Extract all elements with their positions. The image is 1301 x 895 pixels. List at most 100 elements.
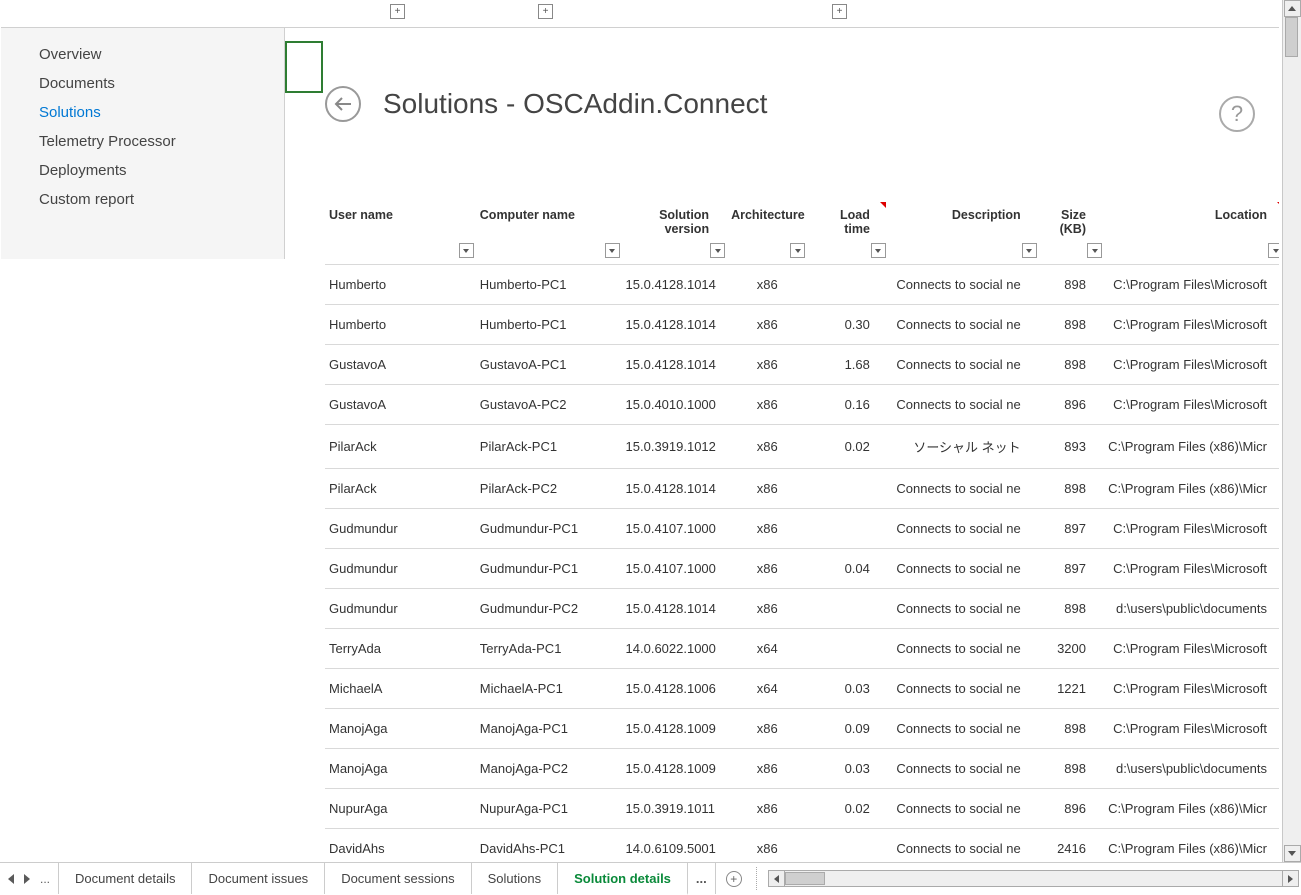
table-cell: C:\Program Files (x86)\Micr <box>1104 425 1279 469</box>
table-cell: 15.0.3919.1012 <box>622 425 728 469</box>
table-cell: d:\users\public\documents <box>1104 589 1279 629</box>
column-filter-button[interactable] <box>871 243 886 258</box>
table-cell: 14.0.6022.1000 <box>622 629 728 669</box>
table-cell <box>807 469 887 509</box>
table-row[interactable]: MichaelAMichaelA-PC115.0.4128.1006x640.0… <box>325 669 1279 709</box>
tab-scroll-right-icon[interactable] <box>24 874 30 884</box>
table-cell: Connects to social ne <box>888 589 1039 629</box>
table-cell: 15.0.4107.1000 <box>622 549 728 589</box>
table-row[interactable]: GustavoAGustavoA-PC215.0.4010.1000x860.1… <box>325 385 1279 425</box>
column-header: Computer name <box>476 198 622 265</box>
table-cell: PilarAck-PC1 <box>476 425 622 469</box>
table-cell: Connects to social ne <box>888 345 1039 385</box>
sidebar-item-documents[interactable]: Documents <box>1 69 284 98</box>
column-header: Size (KB) <box>1039 198 1104 265</box>
outline-expand-button[interactable]: + <box>832 4 847 19</box>
sidebar-item-deployments[interactable]: Deployments <box>1 156 284 185</box>
table-cell: 898 <box>1039 265 1104 305</box>
table-cell: x86 <box>727 385 807 425</box>
table-row[interactable]: GudmundurGudmundur-PC115.0.4107.1000x860… <box>325 549 1279 589</box>
column-filter-button[interactable] <box>790 243 805 258</box>
table-cell: PilarAck-PC2 <box>476 469 622 509</box>
sidebar-item-telemetry-processor[interactable]: Telemetry Processor <box>1 127 284 156</box>
table-cell: C:\Program Files\Microsoft <box>1104 345 1279 385</box>
column-header: Location <box>1104 198 1279 265</box>
table-row[interactable]: PilarAckPilarAck-PC115.0.3919.1012x860.0… <box>325 425 1279 469</box>
column-filter-button[interactable] <box>1268 243 1279 258</box>
column-header: Load time <box>807 198 887 265</box>
scroll-left-button[interactable] <box>768 870 785 887</box>
table-cell: GustavoA <box>325 345 476 385</box>
outline-expand-button[interactable]: + <box>538 4 553 19</box>
sidebar-item-custom-report[interactable]: Custom report <box>1 185 284 214</box>
table-cell: x86 <box>727 265 807 305</box>
tab-document-issues[interactable]: Document issues <box>192 863 325 894</box>
column-header: Architecture <box>727 198 807 265</box>
table-row[interactable]: GudmundurGudmundur-PC215.0.4128.1014x86C… <box>325 589 1279 629</box>
tab-scroll-left-icon[interactable] <box>8 874 14 884</box>
column-label: User name <box>329 208 393 222</box>
sidebar-nav: Overview Documents Solutions Telemetry P… <box>1 27 285 259</box>
table-cell: x86 <box>727 305 807 345</box>
column-filter-button[interactable] <box>1087 243 1102 258</box>
horizontal-scrollbar[interactable] <box>766 863 1301 894</box>
help-button[interactable]: ? <box>1219 96 1255 132</box>
column-filter-button[interactable] <box>710 243 725 258</box>
table-cell: Connects to social ne <box>888 305 1039 345</box>
column-header: Description <box>888 198 1039 265</box>
column-label: Description <box>952 208 1021 222</box>
add-sheet-button[interactable]: + <box>716 863 752 894</box>
tab-document-details[interactable]: Document details <box>58 863 192 894</box>
tab-solution-details[interactable]: Solution details <box>558 863 688 895</box>
table-cell: 0.02 <box>807 789 887 829</box>
table-row[interactable]: GustavoAGustavoA-PC115.0.4128.1014x861.6… <box>325 345 1279 385</box>
table-row[interactable]: HumbertoHumberto-PC115.0.4128.1014x86Con… <box>325 265 1279 305</box>
tabs-overflow-button[interactable]: ... <box>688 863 716 894</box>
vscroll-thumb[interactable] <box>1285 17 1298 57</box>
table-cell: 898 <box>1039 589 1104 629</box>
table-row[interactable]: HumbertoHumberto-PC115.0.4128.1014x860.3… <box>325 305 1279 345</box>
back-button[interactable] <box>325 86 361 122</box>
hscroll-thumb[interactable] <box>785 872 825 885</box>
table-cell: Gudmundur <box>325 549 476 589</box>
table-row[interactable]: NupurAgaNupurAga-PC115.0.3919.1011x860.0… <box>325 789 1279 829</box>
table-row[interactable]: DavidAhsDavidAhs-PC114.0.6109.5001x86Con… <box>325 829 1279 863</box>
outline-expand-button[interactable]: + <box>390 4 405 19</box>
tab-document-sessions[interactable]: Document sessions <box>325 863 471 894</box>
table-row[interactable]: PilarAckPilarAck-PC215.0.4128.1014x86Con… <box>325 469 1279 509</box>
tab-nav-more[interactable]: ... <box>40 872 50 886</box>
table-cell <box>807 509 887 549</box>
table-row[interactable]: GudmundurGudmundur-PC115.0.4107.1000x86C… <box>325 509 1279 549</box>
column-label: Load time <box>840 208 870 236</box>
table-cell: 1221 <box>1039 669 1104 709</box>
table-cell: MichaelA-PC1 <box>476 669 622 709</box>
column-label: Location <box>1215 208 1267 222</box>
column-filter-button[interactable] <box>1022 243 1037 258</box>
table-cell: Connects to social ne <box>888 509 1039 549</box>
table-cell: Connects to social ne <box>888 709 1039 749</box>
table-cell: 2416 <box>1039 829 1104 863</box>
table-cell: MichaelA <box>325 669 476 709</box>
hscroll-track[interactable] <box>785 870 1282 887</box>
table-cell: x86 <box>727 789 807 829</box>
data-table-container: User nameComputer nameSolution versionAr… <box>325 198 1279 862</box>
scroll-right-button[interactable] <box>1282 870 1299 887</box>
vscroll-track[interactable] <box>1284 17 1301 845</box>
table-cell: ManojAga-PC2 <box>476 749 622 789</box>
scroll-down-button[interactable] <box>1284 845 1301 862</box>
vertical-scrollbar[interactable] <box>1282 0 1301 862</box>
tab-solutions[interactable]: Solutions <box>472 863 558 894</box>
scroll-up-button[interactable] <box>1284 0 1301 17</box>
table-row[interactable]: TerryAdaTerryAda-PC114.0.6022.1000x64Con… <box>325 629 1279 669</box>
table-cell: 15.0.4128.1009 <box>622 749 728 789</box>
column-filter-button[interactable] <box>605 243 620 258</box>
table-row[interactable]: ManojAgaManojAga-PC115.0.4128.1009x860.0… <box>325 709 1279 749</box>
table-row[interactable]: ManojAgaManojAga-PC215.0.4128.1009x860.0… <box>325 749 1279 789</box>
table-cell: Humberto <box>325 265 476 305</box>
table-cell: 897 <box>1039 509 1104 549</box>
table-cell: 898 <box>1039 345 1104 385</box>
column-filter-button[interactable] <box>459 243 474 258</box>
table-cell: x86 <box>727 509 807 549</box>
sidebar-item-solutions[interactable]: Solutions <box>1 98 284 127</box>
sidebar-item-overview[interactable]: Overview <box>1 40 284 69</box>
